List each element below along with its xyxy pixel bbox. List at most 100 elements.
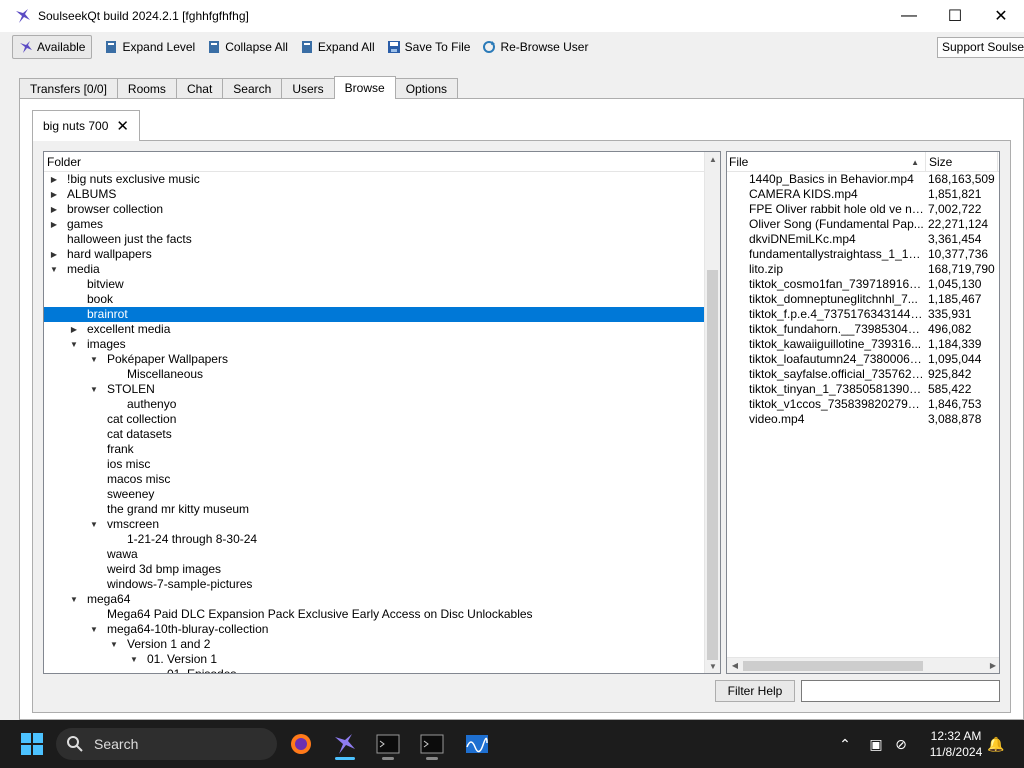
- folder-tree-item[interactable]: macos misc: [44, 472, 706, 487]
- folder-tree-item[interactable]: ▶ browser collection: [44, 202, 706, 217]
- expand-all-button[interactable]: Expand All: [294, 35, 381, 59]
- folder-tree-item[interactable]: sweeney: [44, 487, 706, 502]
- collapse-all-button[interactable]: Collapse All: [201, 35, 294, 59]
- folder-tree-item[interactable]: ▼ mega64: [44, 592, 706, 607]
- rebrowse-user-button[interactable]: Re-Browse User: [476, 35, 594, 59]
- size-column-header[interactable]: Size: [926, 152, 998, 171]
- folder-tree-item[interactable]: ▶ hard wallpapers: [44, 247, 706, 262]
- folder-tree-item[interactable]: Mega64 Paid DLC Expansion Pack Exclusive…: [44, 607, 706, 622]
- folder-tree-item[interactable]: wawa: [44, 547, 706, 562]
- folder-tree-item[interactable]: authenyo: [44, 397, 706, 412]
- clock[interactable]: 12:32 AM 11/8/2024: [918, 728, 994, 760]
- chevron-right-icon[interactable]: ▶: [49, 187, 59, 202]
- file-row[interactable]: Oliver Song (Fundamental Pap... 22,271,12…: [727, 217, 999, 232]
- volume-muted-icon[interactable]: ⊘: [891, 734, 911, 754]
- file-horizontal-scrollbar[interactable]: ◀ ▶: [727, 657, 999, 673]
- folder-tree-item[interactable]: ▼ vmscreen: [44, 517, 706, 532]
- file-row[interactable]: tiktok_tinyan_1_7385058139067... 585,422: [727, 382, 999, 397]
- folder-tree-item[interactable]: ▼ mega64-10th-bluray-collection: [44, 622, 706, 637]
- folder-tree-item[interactable]: cat collection: [44, 412, 706, 427]
- folder-tree-item[interactable]: frank: [44, 442, 706, 457]
- folder-tree-item[interactable]: windows-7-sample-pictures: [44, 577, 706, 592]
- windows-start-icon[interactable]: [20, 732, 44, 756]
- folder-tree-item[interactable]: Miscellaneous: [44, 367, 706, 382]
- scroll-right-icon[interactable]: ▶: [985, 658, 999, 673]
- folder-tree-item[interactable]: ios misc: [44, 457, 706, 472]
- folder-tree-item[interactable]: ▼ 01. Version 1: [44, 652, 706, 667]
- close-tab-icon[interactable]: ✕: [116, 117, 129, 135]
- scroll-up-icon[interactable]: ▲: [705, 152, 720, 168]
- terminal-taskbar-button-2[interactable]: [414, 728, 450, 760]
- folder-tree-item[interactable]: ▶ games: [44, 217, 706, 232]
- tab-options[interactable]: Options: [394, 78, 459, 99]
- chevron-down-icon[interactable]: ▼: [89, 622, 99, 637]
- folder-tree-item[interactable]: ▶ excellent media: [44, 322, 706, 337]
- folder-tree-item[interactable]: ▼ media: [44, 262, 706, 277]
- chevron-right-icon[interactable]: ▶: [49, 172, 59, 187]
- tab-rooms[interactable]: Rooms: [116, 78, 177, 99]
- firefox-taskbar-button[interactable]: [283, 728, 319, 760]
- terminal-taskbar-button[interactable]: [370, 728, 406, 760]
- file-row[interactable]: CAMERA KIDS.mp4 1,851,821: [727, 187, 999, 202]
- tab-chat[interactable]: Chat: [175, 78, 224, 99]
- chevron-down-icon[interactable]: ▼: [89, 517, 99, 532]
- chevron-right-icon[interactable]: ▶: [49, 217, 59, 232]
- chevron-down-icon[interactable]: ▼: [129, 652, 139, 667]
- monitor-app-taskbar-button[interactable]: [459, 728, 495, 760]
- taskbar-search[interactable]: Search: [56, 728, 277, 760]
- chevron-down-icon[interactable]: ▼: [89, 352, 99, 367]
- tab-users[interactable]: Users: [281, 78, 335, 99]
- chevron-right-icon[interactable]: ▶: [49, 247, 59, 262]
- tab-search[interactable]: Search: [222, 78, 283, 99]
- folder-tree-item[interactable]: ▼ Version 1 and 2: [44, 637, 706, 652]
- chevron-right-icon[interactable]: ▶: [49, 202, 59, 217]
- minimize-button[interactable]: —: [886, 0, 932, 32]
- chevron-down-icon[interactable]: ▼: [49, 262, 59, 277]
- tab-browse[interactable]: Browse: [333, 76, 396, 99]
- scrollbar-thumb[interactable]: [743, 661, 923, 671]
- folder-column-header[interactable]: Folder: [44, 152, 720, 172]
- close-window-button[interactable]: ✕: [978, 0, 1024, 32]
- file-row[interactable]: tiktok_domneptuneglitchnhl_7... 1,185,467: [727, 292, 999, 307]
- chevron-down-icon[interactable]: ▼: [89, 382, 99, 397]
- folder-tree-item[interactable]: ▼ images: [44, 337, 706, 352]
- folder-tree-item[interactable]: ▶ ALBUMS: [44, 187, 706, 202]
- scrollbar-thumb[interactable]: [707, 270, 718, 660]
- filter-help-button[interactable]: Filter Help: [715, 680, 795, 702]
- folder-tree-item[interactable]: cat datasets: [44, 427, 706, 442]
- file-row[interactable]: tiktok_cosmo1fan_7397189160... 1,045,130: [727, 277, 999, 292]
- file-row[interactable]: dkviDNEmiLKc.mp4 3,361,454: [727, 232, 999, 247]
- file-row[interactable]: 1440p_Basics in Behavior.mp4 168,163,509: [727, 172, 999, 187]
- file-row[interactable]: tiktok_fundahorn.__7398530439... 496,082: [727, 322, 999, 337]
- file-column-header[interactable]: File ▲: [727, 152, 926, 171]
- folder-tree-item[interactable]: ▼ Poképaper Wallpapers: [44, 352, 706, 367]
- chevron-right-icon[interactable]: ▶: [69, 322, 79, 337]
- soulseek-taskbar-button[interactable]: [327, 728, 363, 760]
- status-button[interactable]: Available: [12, 35, 93, 59]
- save-to-file-button[interactable]: Save To File: [381, 35, 477, 59]
- network-icon[interactable]: ▣: [866, 734, 886, 754]
- file-row[interactable]: tiktok_f.p.e.4_737517634314477... 335,931: [727, 307, 999, 322]
- filter-input[interactable]: [801, 680, 1000, 702]
- maximize-button[interactable]: ☐: [932, 0, 978, 32]
- folder-tree-item[interactable]: weird 3d bmp images: [44, 562, 706, 577]
- file-row[interactable]: fundamentallystraightass_1_1_... 10,377,7…: [727, 247, 999, 262]
- folder-tree-item[interactable]: 01. Episodes: [44, 667, 706, 673]
- file-row[interactable]: tiktok_kawaiiguillotine_739316... 1,184,3…: [727, 337, 999, 352]
- file-row[interactable]: video.mp4 3,088,878: [727, 412, 999, 427]
- folder-tree-item[interactable]: brainrot: [44, 307, 706, 322]
- file-row[interactable]: lito.zip 168,719,790: [727, 262, 999, 277]
- chevron-down-icon[interactable]: ▼: [69, 337, 79, 352]
- file-row[interactable]: FPE Oliver rabbit hole old ve ne... 7,002…: [727, 202, 999, 217]
- folder-tree-item[interactable]: ▼ STOLEN: [44, 382, 706, 397]
- folder-tree-item[interactable]: the grand mr kitty museum: [44, 502, 706, 517]
- scroll-down-icon[interactable]: ▼: [705, 659, 720, 673]
- file-row[interactable]: tiktok_v1ccos_73583982027998... 1,846,753: [727, 397, 999, 412]
- folder-vertical-scrollbar[interactable]: ▲ ▼: [704, 152, 720, 673]
- tab-transfers[interactable]: Transfers [0/0]: [19, 78, 118, 99]
- chevron-up-icon[interactable]: ⌃: [835, 734, 855, 754]
- folder-tree-item[interactable]: 1-21-24 through 8-30-24: [44, 532, 706, 547]
- folder-tree-item[interactable]: book: [44, 292, 706, 307]
- notification-bell-icon[interactable]: 🔔: [986, 734, 1006, 754]
- chevron-down-icon[interactable]: ▼: [109, 637, 119, 652]
